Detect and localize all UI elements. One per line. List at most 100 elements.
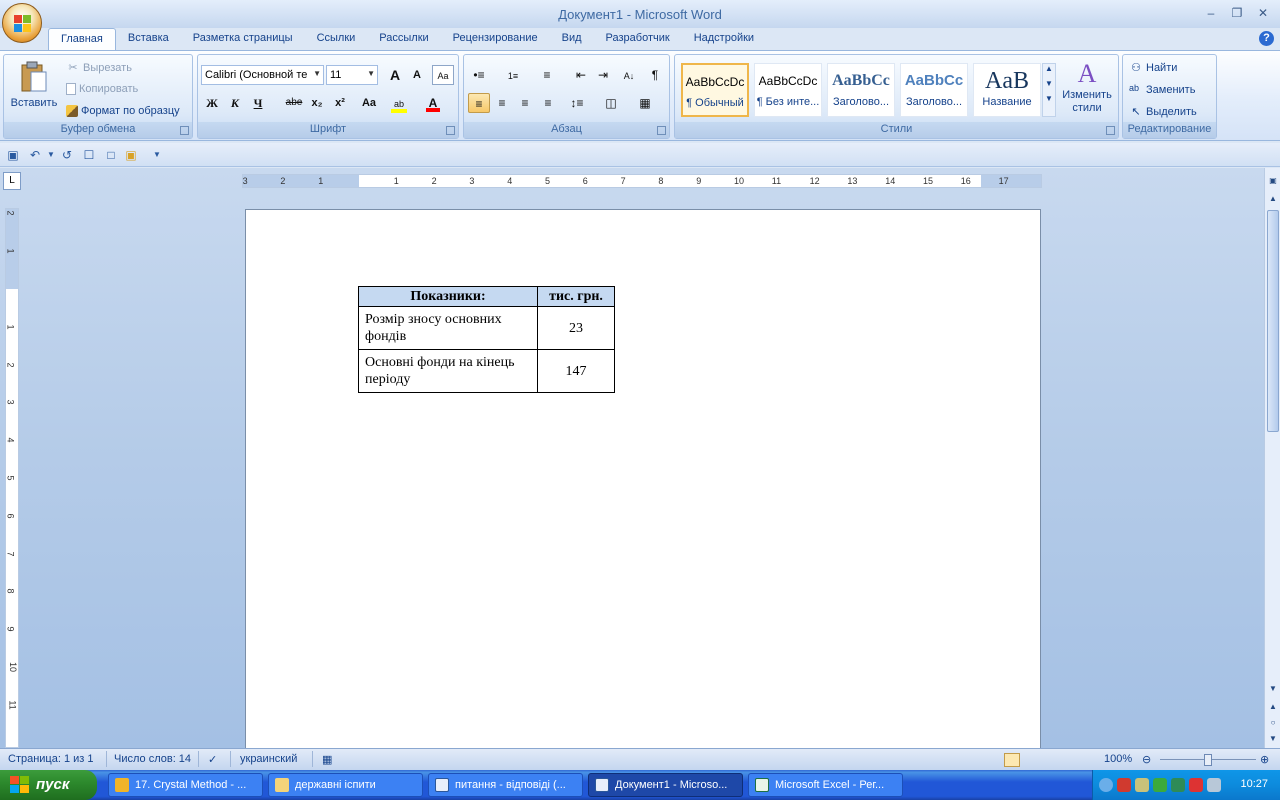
find-button[interactable]: ⚇ Найти <box>1129 61 1177 75</box>
show-marks-button[interactable]: ¶ <box>644 65 666 85</box>
highlight-button[interactable]: ab <box>388 93 410 113</box>
clipboard-launcher-icon[interactable] <box>180 126 189 135</box>
bold-button[interactable]: Ж <box>201 93 223 113</box>
web-layout-icon[interactable] <box>1042 753 1058 767</box>
numbering-button[interactable]: 1≡ <box>502 65 524 85</box>
draft-icon[interactable] <box>1080 753 1096 767</box>
tab-page-layout[interactable]: Разметка страницы <box>181 28 305 50</box>
customize-qat-icon[interactable]: ▼ <box>150 148 164 162</box>
style-normal[interactable]: AaBbCcDc ¶ Обычный <box>681 63 749 117</box>
zoom-slider-thumb[interactable] <box>1204 754 1212 766</box>
change-case-button[interactable]: Aa <box>355 93 383 113</box>
tab-selector[interactable]: L <box>3 172 21 190</box>
task-excel[interactable]: Microsoft Excel - Рег... <box>748 773 903 797</box>
line-spacing-button[interactable]: ↕≡ <box>566 93 588 113</box>
task-word-answers[interactable]: питання - відповіді (... <box>428 773 583 797</box>
style-heading-2[interactable]: AaBbCc Заголово... <box>900 63 968 117</box>
strikethrough-button[interactable]: abe <box>283 93 305 113</box>
scroll-down-icon[interactable]: ▼ <box>1266 682 1280 696</box>
ruler-toggle-icon[interactable]: ▣ <box>1266 174 1280 188</box>
new-document-icon[interactable]: □ <box>104 148 118 162</box>
next-page-icon[interactable]: ▼ <box>1266 732 1280 746</box>
superscript-button[interactable]: x² <box>329 93 351 113</box>
table-header-cell[interactable]: Показники: <box>358 286 538 307</box>
table-cell[interactable]: 23 <box>537 306 615 350</box>
tab-view[interactable]: Вид <box>550 28 594 50</box>
tab-addins[interactable]: Надстройки <box>682 28 766 50</box>
help-icon[interactable]: ? <box>1259 31 1274 46</box>
data-table[interactable]: Показники: тис. грн. Розмір зносу основн… <box>358 286 615 393</box>
full-screen-reading-icon[interactable] <box>1023 753 1039 767</box>
tab-developer[interactable]: Разработчик <box>594 28 682 50</box>
document-page[interactable]: Показники: тис. грн. Розмір зносу основн… <box>245 209 1041 748</box>
shrink-font-button[interactable]: A <box>406 65 428 85</box>
select-button[interactable]: ↖ Выделить <box>1129 105 1196 119</box>
style-title[interactable]: AaB Название <box>973 63 1041 117</box>
tab-references[interactable]: Ссылки <box>305 28 368 50</box>
tray-update-icon[interactable] <box>1153 778 1167 792</box>
macro-record-icon[interactable]: ▦ <box>322 753 332 766</box>
task-word-document1[interactable]: Документ1 - Microso... <box>588 773 743 797</box>
tray-back-icon[interactable] <box>1099 778 1113 792</box>
tab-home[interactable]: Главная <box>48 28 116 50</box>
table-cell[interactable]: 147 <box>537 349 615 393</box>
font-name-combo[interactable]: Calibri (Основной те ▼ <box>201 65 324 85</box>
table-header-cell[interactable]: тис. грн. <box>537 286 615 307</box>
shading-button[interactable]: ◫ <box>600 93 622 113</box>
style-no-spacing[interactable]: AaBbCcDc ¶ Без инте... <box>754 63 822 117</box>
styles-scroll[interactable]: ▲ ▼ ▼ <box>1042 63 1056 117</box>
styles-launcher-icon[interactable] <box>1106 126 1115 135</box>
italic-button[interactable]: К <box>224 93 246 113</box>
font-launcher-icon[interactable] <box>446 126 455 135</box>
zoom-in-icon[interactable]: ⊕ <box>1260 753 1269 766</box>
print-preview-icon[interactable]: ☐ <box>82 148 96 162</box>
sort-button[interactable]: A↓ <box>618 65 640 85</box>
start-button[interactable]: пуск <box>0 770 97 800</box>
borders-button[interactable]: ▦ <box>634 93 656 113</box>
page-count[interactable]: Страница: 1 из 1 <box>8 753 94 765</box>
align-left-button[interactable]: ≡ <box>468 93 490 113</box>
table-cell[interactable]: Розмір зносу основних фондів <box>358 306 538 350</box>
grow-font-button[interactable]: A <box>384 65 406 85</box>
close-button[interactable]: ✕ <box>1252 4 1274 22</box>
multilevel-list-button[interactable]: ≡ <box>536 65 558 85</box>
scrollbar-thumb[interactable] <box>1267 210 1279 432</box>
chevron-down-icon[interactable]: ▼ <box>44 148 58 162</box>
task-folder[interactable]: державні іспити <box>268 773 423 797</box>
align-right-button[interactable]: ≡ <box>514 93 536 113</box>
bullets-button[interactable]: •≡ <box>468 65 490 85</box>
tab-insert[interactable]: Вставка <box>116 28 181 50</box>
paragraph-launcher-icon[interactable] <box>657 126 666 135</box>
zoom-level[interactable]: 100% <box>1104 753 1132 765</box>
office-button[interactable] <box>2 3 42 43</box>
tray-ati-icon[interactable] <box>1189 778 1203 792</box>
print-layout-icon[interactable] <box>1004 753 1020 767</box>
justify-button[interactable]: ≡ <box>537 93 559 113</box>
word-count[interactable]: Число слов: 14 <box>114 753 191 765</box>
clear-format-button[interactable]: Aa <box>432 65 454 85</box>
spellcheck-icon[interactable]: ✓ <box>208 753 217 766</box>
tab-review[interactable]: Рецензирование <box>441 28 550 50</box>
tray-sync-icon[interactable] <box>1171 778 1185 792</box>
increase-indent-button[interactable]: ⇥ <box>592 65 614 85</box>
browse-object-icon[interactable]: ○ <box>1266 716 1280 730</box>
previous-page-icon[interactable]: ▲ <box>1266 700 1280 714</box>
outline-icon[interactable] <box>1061 753 1077 767</box>
task-crystal-method[interactable]: 17. Crystal Method - ... <box>108 773 263 797</box>
decrease-indent-button[interactable]: ⇤ <box>570 65 592 85</box>
redo-icon[interactable]: ↺ <box>60 148 74 162</box>
scroll-up-icon[interactable]: ▲ <box>1266 192 1280 206</box>
horizontal-ruler[interactable]: 3 2 1 1 2 3 4 5 6 7 8 9 10 11 12 13 14 15 16 17 <box>242 174 1042 188</box>
tray-network-icon[interactable] <box>1117 778 1131 792</box>
restore-button[interactable]: ❐ <box>1226 4 1248 22</box>
paste-button[interactable]: Вставить <box>8 59 60 121</box>
change-styles-button[interactable]: A Изменить стили <box>1059 59 1115 115</box>
undo-icon[interactable]: ↶ <box>28 148 42 162</box>
cut-button[interactable]: ✂ Вырезать <box>66 61 132 75</box>
vertical-scrollbar[interactable]: ▣ ▲ ▼ ▲ ○ ▼ <box>1264 168 1280 748</box>
style-heading-1[interactable]: AaBbCc Заголово... <box>827 63 895 117</box>
minimize-button[interactable]: – <box>1200 4 1222 22</box>
replace-button[interactable]: ab Заменить <box>1129 83 1195 97</box>
font-color-button[interactable]: A <box>422 93 444 113</box>
vertical-ruler[interactable]: 2 1 1 2 3 4 5 6 7 8 9 10 11 <box>5 208 19 748</box>
